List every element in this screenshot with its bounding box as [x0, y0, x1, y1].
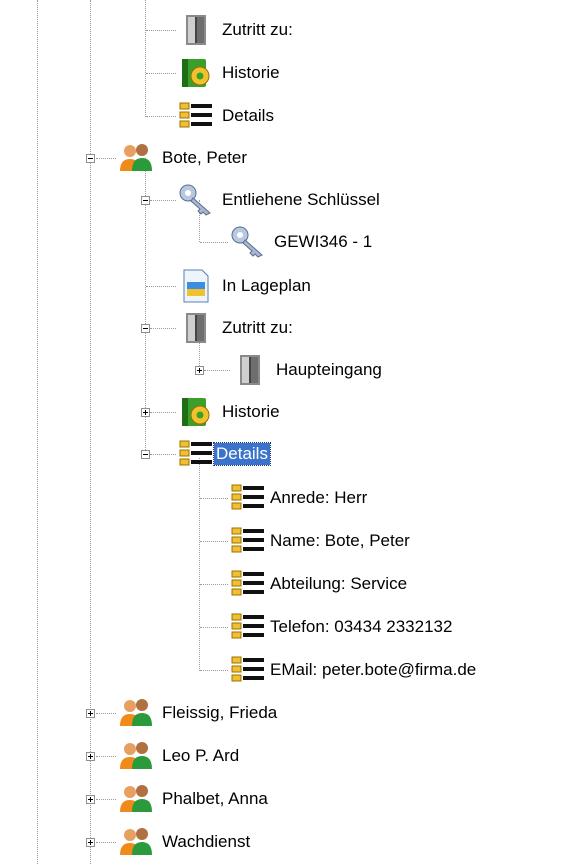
tree-node-zutritt[interactable]: Zutritt zu:	[178, 310, 295, 346]
tree-line	[150, 412, 176, 413]
details-list-icon	[230, 524, 266, 558]
tree-node-in-lageplan[interactable]: In Lageplan	[178, 268, 313, 304]
tree-node-label: Historie	[222, 402, 280, 421]
tree-node-person-leo[interactable]: Leo P. Ard	[118, 738, 241, 774]
details-list-icon	[230, 610, 266, 644]
tree-node-person-phalbet[interactable]: Phalbet, Anna	[118, 781, 270, 817]
tree-node-person-bote[interactable]: Bote, Peter	[118, 140, 249, 176]
tree-node-label: Haupteingang	[276, 360, 382, 379]
tree-line	[90, 0, 91, 864]
tree-line	[199, 458, 200, 671]
collapse-toggle[interactable]	[141, 196, 150, 205]
tree-line	[145, 0, 146, 117]
tree-node-label: Bote, Peter	[162, 148, 248, 167]
details-list-icon	[178, 437, 214, 471]
tree-node-label: Fleissig, Frieda	[162, 703, 278, 722]
details-list-icon	[230, 481, 266, 515]
door-icon	[178, 13, 214, 47]
details-list-icon	[230, 653, 266, 687]
tree-line	[146, 116, 176, 117]
tree-line	[96, 799, 116, 800]
user-group-icon	[118, 739, 154, 773]
tree-line	[150, 454, 176, 455]
tree-line	[150, 328, 176, 329]
user-group-icon	[118, 696, 154, 730]
tree-node-label: Zutritt zu:	[222, 20, 293, 39]
tree-line	[204, 370, 230, 371]
key-icon	[230, 225, 266, 259]
tree-node-detail-anrede[interactable]: Anrede: Herr	[230, 480, 369, 516]
tree-node-label: EMail: peter.bote@firma.de	[270, 660, 477, 679]
tree-line	[146, 73, 176, 74]
floorplan-document-icon	[178, 269, 214, 303]
tree-node-entliehene-schluessel[interactable]: Entliehene Schlüssel	[178, 182, 382, 218]
tree-node-label: Telefon: 03434 2332132	[270, 617, 453, 636]
tree-node-historie[interactable]: Historie	[178, 394, 282, 430]
tree-node-label: Anrede: Herr	[270, 488, 368, 507]
tree-node-label: Leo P. Ard	[162, 746, 240, 765]
tree-line	[96, 713, 116, 714]
user-group-icon	[118, 825, 154, 859]
tree-node-historie[interactable]: Historie	[178, 55, 282, 91]
user-group-icon	[118, 782, 154, 816]
tree-line	[200, 627, 228, 628]
tree-node-label: Abteilung: Service	[270, 574, 408, 593]
tree-view[interactable]: Zutritt zu: Historie Details Bote, Peter…	[0, 0, 569, 864]
collapse-toggle[interactable]	[86, 154, 95, 163]
tree-line	[37, 0, 38, 864]
tree-node-detail-email[interactable]: EMail: peter.bote@firma.de	[230, 652, 478, 688]
history-gear-icon	[178, 56, 214, 90]
door-icon	[178, 311, 214, 345]
tree-node-details[interactable]: Details	[178, 98, 276, 134]
history-gear-icon	[178, 395, 214, 429]
tree-node-label: Phalbet, Anna	[162, 789, 268, 808]
key-icon	[178, 183, 214, 217]
expand-toggle[interactable]	[86, 752, 95, 761]
tree-node-label: Zutritt zu:	[222, 318, 293, 337]
tree-node-label: Historie	[222, 63, 280, 82]
collapse-toggle[interactable]	[141, 450, 150, 459]
tree-node-detail-telefon[interactable]: Telefon: 03434 2332132	[230, 609, 454, 645]
expand-toggle[interactable]	[86, 709, 95, 718]
tree-node-label: Details	[222, 106, 274, 125]
details-list-icon	[178, 99, 214, 133]
tree-node-detail-name[interactable]: Name: Bote, Peter	[230, 523, 412, 559]
tree-node-zutritt[interactable]: Zutritt zu:	[178, 12, 295, 48]
tree-node-label: Name: Bote, Peter	[270, 531, 410, 550]
tree-line	[146, 286, 176, 287]
tree-line	[200, 584, 228, 585]
collapse-toggle[interactable]	[141, 324, 150, 333]
details-list-icon	[230, 567, 266, 601]
tree-line	[96, 756, 116, 757]
tree-node-label: GEWI346 - 1	[274, 232, 373, 251]
tree-line	[96, 158, 116, 159]
expand-toggle[interactable]	[86, 838, 95, 847]
tree-line	[200, 670, 228, 671]
tree-node-haupteingang[interactable]: Haupteingang	[232, 352, 384, 388]
tree-line	[96, 842, 116, 843]
tree-node-label: Details	[213, 442, 271, 466]
tree-node-group-wachdienst[interactable]: Wachdienst	[118, 824, 252, 860]
tree-line	[200, 242, 228, 243]
tree-node-label: Wachdienst	[162, 832, 251, 851]
tree-node-details-selected[interactable]: Details	[178, 436, 271, 472]
expand-toggle[interactable]	[141, 408, 150, 417]
tree-line	[200, 541, 228, 542]
tree-node-label: Entliehene Schlüssel	[222, 190, 380, 209]
tree-line	[146, 30, 176, 31]
door-icon	[232, 353, 268, 387]
tree-node-person-fleissig[interactable]: Fleissig, Frieda	[118, 695, 279, 731]
tree-node-label: In Lageplan	[222, 276, 311, 295]
expand-toggle[interactable]	[86, 795, 95, 804]
tree-line	[200, 498, 228, 499]
tree-node-key-gewi346[interactable]: GEWI346 - 1	[230, 224, 374, 260]
user-group-icon	[118, 141, 154, 175]
expand-toggle[interactable]	[195, 366, 204, 375]
tree-line	[150, 200, 176, 201]
tree-node-detail-abteilung[interactable]: Abteilung: Service	[230, 566, 409, 602]
